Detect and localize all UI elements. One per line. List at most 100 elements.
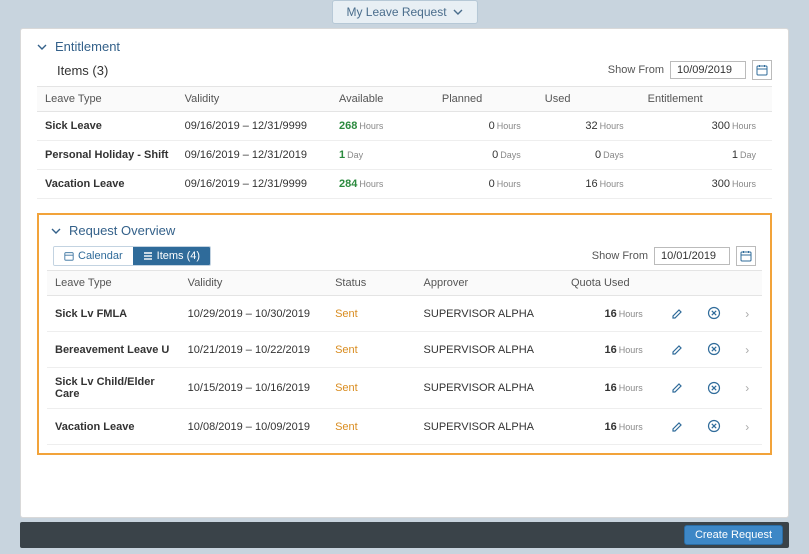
calendar-view-button[interactable]: Calendar [54,247,133,265]
quota-cell: 16Hours [563,368,659,409]
leave-type-cell: Vacation Leave [47,409,180,445]
calendar-icon [756,64,768,76]
items-view-label: Items (4) [157,250,200,262]
overview-datepicker-button[interactable] [736,246,756,266]
table-row[interactable]: Sick Lv FMLA10/29/2019 – 10/30/2019SentS… [47,296,762,332]
col-leave-type: Leave Type [37,87,177,112]
entitlement-datepicker-button[interactable] [752,60,772,80]
chevron-down-icon [37,44,47,50]
pencil-icon [671,344,683,356]
request-overview-section: Request Overview Calendar Items (4) [37,213,772,455]
delete-button[interactable] [705,379,723,397]
delete-icon [707,306,721,320]
entitlement-header[interactable]: Entitlement [21,29,788,60]
delete-button[interactable] [705,417,723,435]
col-approver: Approver [416,271,563,296]
leave-type-cell: Sick Lv Child/Elder Care [47,368,180,409]
entitlement-cell: 300Hours [640,112,772,141]
leave-type-cell: Vacation Leave [37,170,177,199]
list-icon [143,251,153,261]
edit-button[interactable] [668,379,686,397]
chevron-right-icon: › [745,420,749,434]
calendar-icon [64,251,74,261]
col-used: Used [537,87,640,112]
chevron-right-icon: › [745,381,749,395]
table-row[interactable]: Bereavement Leave U10/21/2019 – 10/22/20… [47,332,762,368]
leave-type-cell: Sick Leave [37,112,177,141]
used-cell: 0Days [537,141,640,170]
entitlement-items-count: Items (3) [57,63,108,78]
my-leave-request-label: My Leave Request [346,5,446,19]
available-cell: 1Day [331,141,434,170]
entitlement-cell: 300Hours [640,170,772,199]
request-overview-title: Request Overview [69,223,175,238]
col-status: Status [327,271,415,296]
entitlement-table: Leave Type Validity Available Planned Us… [37,86,772,199]
delete-icon [707,381,721,395]
pencil-icon [671,421,683,433]
leave-type-cell: Bereavement Leave U [47,332,180,368]
my-leave-request-dropdown[interactable]: My Leave Request [331,0,477,24]
overview-showfrom-label: Show From [592,250,648,262]
quota-cell: 16Hours [563,409,659,445]
calendar-view-label: Calendar [78,250,123,262]
status-cell: Sent [327,296,415,332]
approver-cell: SUPERVISOR ALPHA [416,409,563,445]
chevron-down-icon [453,9,463,15]
validity-cell: 10/08/2019 – 10/09/2019 [180,409,327,445]
entitlement-showfrom-label: Show From [608,64,664,76]
delete-button[interactable] [705,304,723,322]
col-planned: Planned [434,87,537,112]
table-row: Vacation Leave09/16/2019 – 12/31/9999284… [37,170,772,199]
validity-cell: 09/16/2019 – 12/31/2019 [177,141,331,170]
view-toggle: Calendar Items (4) [53,246,211,266]
edit-button[interactable] [668,418,686,436]
used-cell: 32Hours [537,112,640,141]
request-overview-header[interactable]: Request Overview [47,221,762,246]
approver-cell: SUPERVISOR ALPHA [416,296,563,332]
col-validity: Validity [180,271,327,296]
validity-cell: 09/16/2019 – 12/31/9999 [177,170,331,199]
pencil-icon [671,308,683,320]
col-validity: Validity [177,87,331,112]
validity-cell: 10/29/2019 – 10/30/2019 [180,296,327,332]
col-quota-used: Quota Used [563,271,659,296]
entitlement-cell: 1Day [640,141,772,170]
edit-button[interactable] [668,305,686,323]
edit-button[interactable] [668,341,686,359]
planned-cell: 0Hours [434,112,537,141]
approver-cell: SUPERVISOR ALPHA [416,332,563,368]
leave-type-cell: Sick Lv FMLA [47,296,180,332]
approver-cell: SUPERVISOR ALPHA [416,368,563,409]
table-row[interactable]: Vacation Leave10/08/2019 – 10/09/2019Sen… [47,409,762,445]
leave-type-cell: Personal Holiday - Shift [37,141,177,170]
planned-cell: 0Hours [434,170,537,199]
used-cell: 16Hours [537,170,640,199]
status-cell: Sent [327,332,415,368]
available-cell: 284Hours [331,170,434,199]
col-available: Available [331,87,434,112]
items-view-button[interactable]: Items (4) [133,247,210,265]
chevron-right-icon: › [745,307,749,321]
planned-cell: 0Days [434,141,537,170]
delete-button[interactable] [705,340,723,358]
chevron-right-icon: › [745,343,749,357]
col-entitlement: Entitlement [640,87,772,112]
footer-bar: Create Request [20,522,789,548]
col-leave-type: Leave Type [47,271,180,296]
delete-icon [707,419,721,433]
overview-showfrom-input[interactable] [654,247,730,265]
quota-cell: 16Hours [563,332,659,368]
status-cell: Sent [327,409,415,445]
delete-icon [707,342,721,356]
status-cell: Sent [327,368,415,409]
entitlement-showfrom-input[interactable] [670,61,746,79]
validity-cell: 10/15/2019 – 10/16/2019 [180,368,327,409]
table-row: Sick Leave09/16/2019 – 12/31/9999268Hour… [37,112,772,141]
entitlement-title: Entitlement [55,39,120,54]
create-request-button[interactable]: Create Request [684,525,783,545]
table-row[interactable]: Sick Lv Child/Elder Care10/15/2019 – 10/… [47,368,762,409]
pencil-icon [671,382,683,394]
calendar-icon [740,250,752,262]
chevron-down-icon [51,228,61,234]
